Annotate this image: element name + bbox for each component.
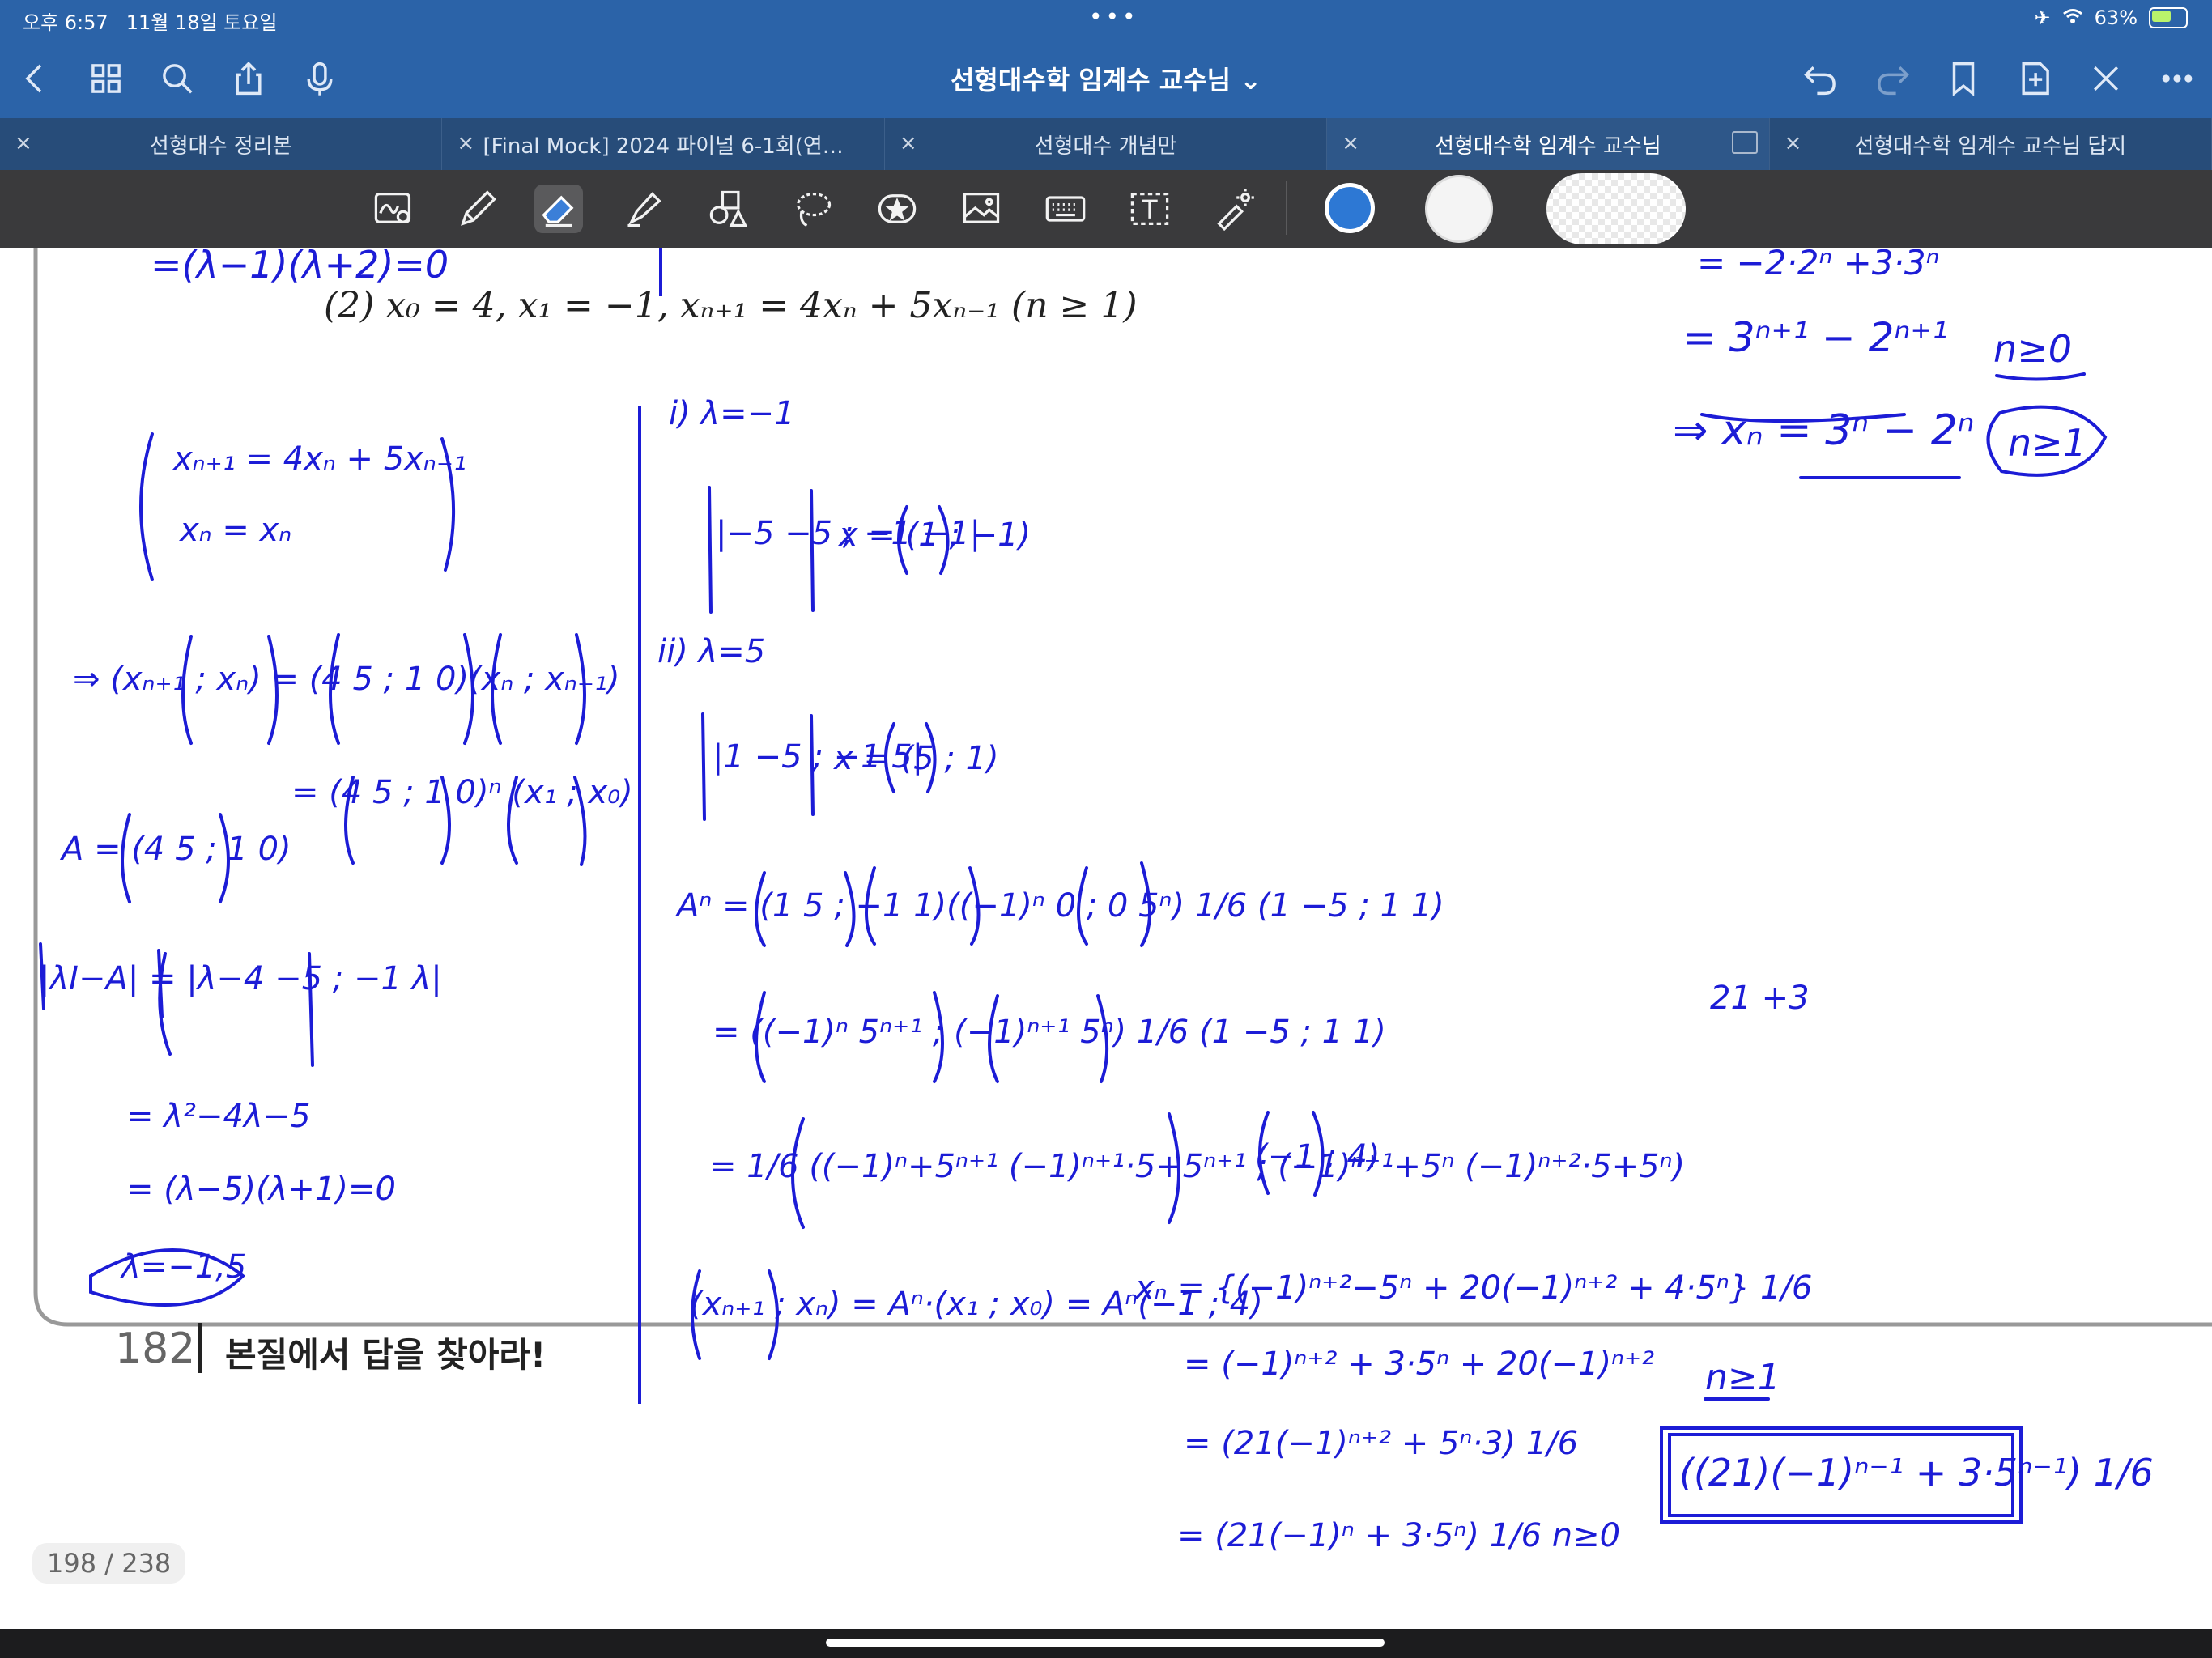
tab-close-icon[interactable]: × (1784, 131, 1802, 155)
hw-char-2: = λ²−4λ−5 (126, 1098, 311, 1135)
hw-an-3: = 1/6 ((−1)ⁿ+5ⁿ⁺¹ (−1)ⁿ⁺¹·5+5ⁿ⁺¹ ; (−1)ⁿ… (709, 1148, 1686, 1185)
hw-system-2: xₙ = xₙ (180, 512, 292, 549)
hw-char-4: λ=−1,5 (121, 1248, 247, 1286)
hw-boxed-answer: ((21)(−1)ⁿ⁻¹ + 3·5ⁿ⁻¹) 1/6 (1679, 1451, 2154, 1494)
tab-label: 선형대수학 임계수 교수님 답지 (1854, 134, 2127, 159)
close-icon[interactable] (2084, 57, 2128, 100)
pen-icon[interactable] (453, 185, 502, 233)
home-indicator[interactable] (826, 1639, 1385, 1647)
tab-linear-algebra-concepts[interactable]: × 선형대수 개념만 (885, 118, 1328, 170)
hw-result-2: xₙ = {(−1)ⁿ⁺²−5ⁿ + 20(−1)ⁿ⁺² + 4·5ⁿ} 1/6 (1135, 1269, 1813, 1307)
hw-an-vector: (−1 ; 4) (1255, 1138, 1380, 1175)
hw-right-4: ⇒ xₙ = 3ⁿ − 2ⁿ (1673, 406, 1975, 455)
hw-matrix-2: = (4 5 ; 1 0)ⁿ (x₁ ; x₀) (291, 774, 633, 811)
tab-final-mock[interactable]: × [Final Mock] 2024 파이널 6-1회(연… (442, 118, 885, 170)
more-icon[interactable] (2155, 57, 2199, 100)
color-swatch-blue[interactable] (1325, 183, 1375, 233)
hw-matrix-1: ⇒ (xₙ₊₁ ; xₙ) = (4 5 ; 1 0)(xₙ ; xₙ₋₁) (73, 661, 620, 698)
hw-top-left: =(λ−1)(λ+2)=0 (151, 248, 449, 287)
split-view-icon[interactable] (1731, 131, 1758, 154)
color-swatch-transparent[interactable] (1546, 173, 1686, 244)
wifi-icon (2062, 6, 2083, 29)
lasso-zoom-icon[interactable] (369, 185, 418, 233)
multitasking-dots[interactable]: ••• (1089, 3, 1139, 30)
hw-eigen1-head: i) λ=−1 (669, 395, 795, 432)
navigation-bar: 선형대수학 임계수 교수님 ⌄ (0, 39, 2212, 118)
tab-label: 선형대수 정리본 (149, 134, 292, 159)
tab-linear-algebra-professor[interactable]: × 선형대수학 임계수 교수님 (1327, 118, 1770, 170)
color-swatch-white[interactable] (1425, 175, 1493, 243)
hw-eigen2-vector: x = (5 ; 1) (834, 740, 999, 777)
footer-divider (198, 1323, 202, 1373)
hw-eigen2-head: ii) λ=5 (657, 633, 766, 670)
hw-char-1: |λI−A| = |λ−4 −5 ; −1 λ| (39, 960, 442, 997)
text-icon[interactable] (1125, 185, 1174, 233)
hw-result-5: = (21(−1)ⁿ + 3·5ⁿ) 1/6 n≥0 (1177, 1517, 1621, 1554)
sticker-icon[interactable] (873, 185, 921, 233)
drawing-toolbar (0, 170, 2212, 248)
add-page-icon[interactable] (2013, 57, 2057, 100)
lasso-icon[interactable] (789, 185, 837, 233)
tab-label: 선형대수 개념만 (1034, 134, 1177, 159)
tab-close-icon[interactable]: × (15, 131, 32, 155)
hw-boxed-condition: n≥1 (1705, 1357, 1780, 1398)
home-indicator-bar (0, 1629, 2212, 1658)
toolbar-divider (1286, 181, 1287, 235)
problem-statement: (2) x₀ = 4, x₁ = −1, xₙ₊₁ = 4xₙ + 5xₙ₋₁ … (324, 285, 1138, 326)
eraser-icon[interactable] (534, 185, 583, 233)
highlighter-icon[interactable] (620, 185, 669, 233)
keyboard-icon[interactable] (1041, 185, 1090, 233)
hw-right-1: = −2·2ⁿ +3·3ⁿ (1697, 248, 1940, 283)
status-date: 11월 18일 토요일 (125, 11, 278, 34)
hw-eigen1-vector: x = (1 ; −1) (839, 517, 1032, 554)
status-time: 오후 6:57 (23, 11, 108, 34)
tab-close-icon[interactable]: × (457, 131, 474, 155)
airplane-icon: ✈ (2034, 6, 2051, 29)
hw-an-2: = ((−1)ⁿ 5ⁿ⁺¹ ; (−1)ⁿ⁺¹ 5ⁿ) 1/6 (1 −5 ; … (713, 1014, 1386, 1051)
hw-right-2: = 3ⁿ⁺¹ − 2ⁿ⁺¹ (1682, 314, 1948, 361)
tab-close-icon[interactable]: × (900, 131, 917, 155)
document-tabs: × 선형대수 정리본 × [Final Mock] 2024 파이널 6-1회(… (0, 118, 2212, 170)
redo-icon[interactable] (1870, 57, 1914, 100)
status-bar: 오후 6:57 11월 18일 토요일 ••• ✈ 63% (0, 0, 2212, 39)
tab-linear-algebra-answers[interactable]: × 선형대수학 임계수 교수님 답지 (1770, 118, 2212, 170)
bookmark-icon[interactable] (1942, 57, 1985, 100)
hw-result-4: = (21(−1)ⁿ⁺² + 5ⁿ·3) 1/6 (1184, 1425, 1579, 1462)
tab-close-icon[interactable]: × (1342, 131, 1359, 155)
shapes-icon[interactable] (704, 185, 753, 233)
tab-linear-algebra-summary[interactable]: × 선형대수 정리본 (0, 118, 443, 170)
footer-slogan: 본질에서 답을 찾아라! (225, 1335, 547, 1375)
undo-icon[interactable] (1799, 57, 1843, 100)
hw-a-definition: A = (4 5 ; 1 0) (62, 831, 291, 868)
hw-system-1: xₙ₊₁ = 4xₙ + 5xₙ₋₁ (173, 440, 466, 478)
document-page[interactable]: (2) x₀ = 4, x₁ = −1, xₙ₊₁ = 4xₙ + 5xₙ₋₁ … (0, 248, 2212, 1629)
hw-char-3: = (λ−5)(λ+1)=0 (126, 1171, 396, 1208)
hw-right-3: n≥0 (1993, 327, 2072, 371)
battery-percent: 63% (2094, 6, 2138, 29)
hw-side-note: 21 +3 (1710, 980, 1810, 1017)
tab-label: [Final Mock] 2024 파이널 6-1회(연… (483, 134, 844, 159)
battery-icon (2149, 7, 2188, 28)
tab-label: 선형대수학 임계수 교수님 (1435, 134, 1661, 159)
laser-pointer-icon[interactable] (1210, 185, 1258, 233)
hw-result-3: = (−1)ⁿ⁺² + 3·5ⁿ + 20(−1)ⁿ⁺² (1184, 1346, 1655, 1383)
page-number: 182 (115, 1324, 196, 1373)
hw-right-5: n≥1 (2008, 421, 2087, 465)
image-icon[interactable] (957, 185, 1006, 233)
hw-an-1: Aⁿ = (1 5 ; −1 1)((−1)ⁿ 0 ; 0 5ⁿ) 1/6 (1… (677, 887, 1444, 925)
page-counter[interactable]: 198 / 238 (32, 1543, 186, 1584)
